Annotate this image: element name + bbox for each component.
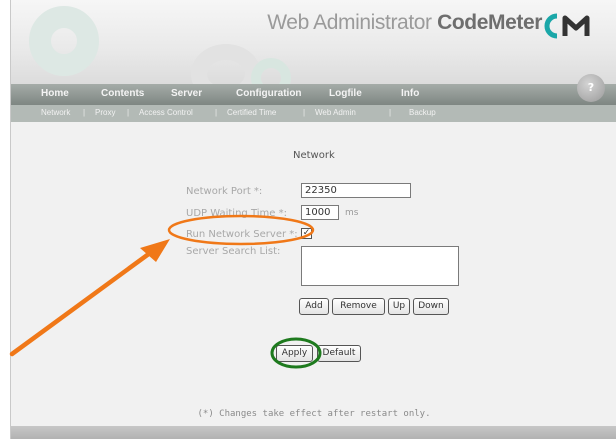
server-search-list-box[interactable] bbox=[301, 246, 459, 286]
nav-server[interactable]: Server bbox=[171, 88, 202, 99]
subnav-web-admin[interactable]: Web Admin bbox=[315, 108, 356, 117]
network-port-input[interactable]: 22350 bbox=[301, 183, 411, 198]
nav-home[interactable]: Home bbox=[41, 88, 69, 99]
udp-unit-label: ms bbox=[345, 208, 359, 218]
footer-bar bbox=[11, 426, 616, 439]
help-icon[interactable]: ? bbox=[577, 74, 605, 102]
decor-swirl bbox=[251, 58, 291, 84]
subnav-separator: | bbox=[127, 108, 130, 117]
nav-contents[interactable]: Contents bbox=[101, 88, 144, 99]
udp-waiting-time-label: UDP Waiting Time *: bbox=[186, 208, 287, 219]
subnav-access-control[interactable]: Access Control bbox=[139, 108, 193, 117]
run-network-server-label: Run Network Server *: bbox=[186, 229, 298, 240]
subnav-proxy[interactable]: Proxy bbox=[95, 108, 115, 117]
udp-waiting-time-input[interactable]: 1000 bbox=[301, 205, 339, 220]
nav-info[interactable]: Info bbox=[401, 88, 419, 99]
server-search-list-label: Server Search List: bbox=[186, 246, 281, 257]
subnav-separator: | bbox=[215, 108, 218, 117]
move-down-button[interactable]: Down bbox=[413, 298, 449, 315]
restart-note: (*) Changes take effect after restart on… bbox=[197, 409, 431, 419]
browser-frame: Web Administrator CodeMeter Home Content… bbox=[10, 0, 616, 439]
add-button[interactable]: Add bbox=[299, 298, 329, 315]
sub-nav: Network | Proxy | Access Control | Certi… bbox=[11, 105, 616, 122]
default-button[interactable]: Default bbox=[317, 345, 361, 362]
header-banner: Web Administrator CodeMeter bbox=[11, 0, 616, 84]
apply-button[interactable]: Apply bbox=[276, 345, 313, 362]
app-title: Web Administrator CodeMeter bbox=[267, 11, 542, 34]
network-port-label: Network Port *: bbox=[186, 186, 263, 197]
network-settings-panel: Network Network Port *: 22350 UDP Waitin… bbox=[11, 122, 616, 426]
codemeter-logo-icon bbox=[544, 13, 590, 39]
run-network-server-checkbox[interactable]: ✓ bbox=[301, 228, 312, 239]
subnav-separator: | bbox=[303, 108, 306, 117]
nav-logfile[interactable]: Logfile bbox=[329, 88, 362, 99]
subnav-separator: | bbox=[389, 108, 392, 117]
nav-configuration[interactable]: Configuration bbox=[236, 88, 302, 99]
move-up-button[interactable]: Up bbox=[388, 298, 410, 315]
remove-button[interactable]: Remove bbox=[332, 298, 385, 315]
subnav-certified-time[interactable]: Certified Time bbox=[227, 108, 276, 117]
subnav-network[interactable]: Network bbox=[41, 108, 70, 117]
main-nav: Home Contents Server Configuration Logfi… bbox=[11, 74, 616, 105]
decor-swirl bbox=[29, 6, 99, 76]
subnav-backup[interactable]: Backup bbox=[409, 108, 436, 117]
page-title: Network bbox=[293, 150, 335, 161]
subnav-separator: | bbox=[83, 108, 86, 117]
